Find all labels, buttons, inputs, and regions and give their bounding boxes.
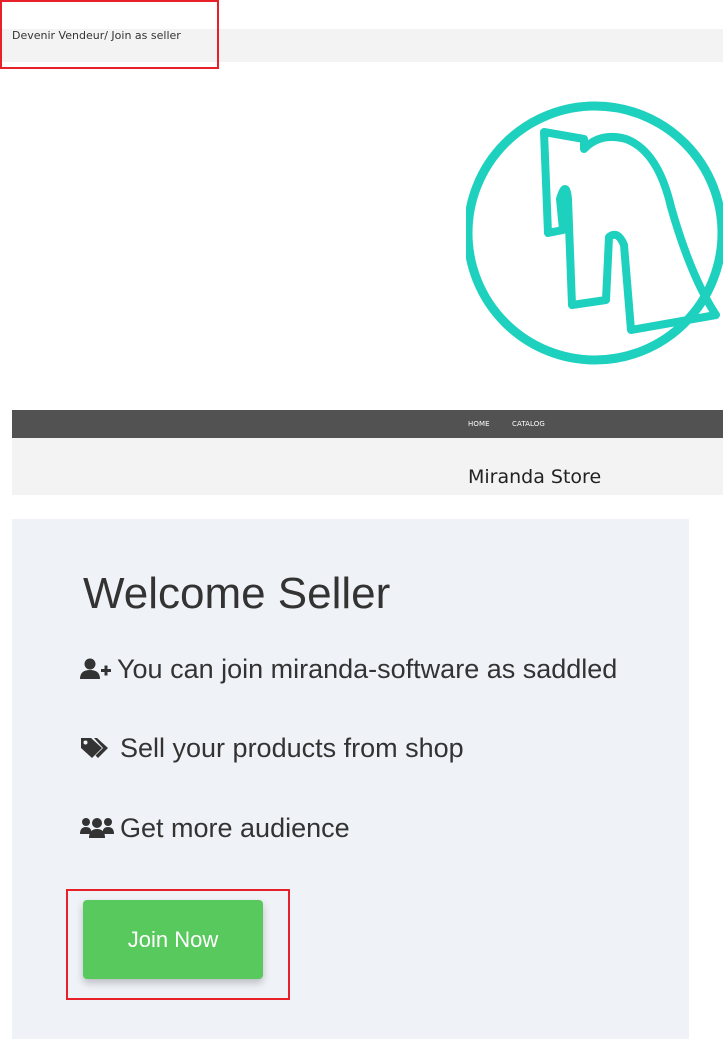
join-now-button[interactable]: Join Now xyxy=(83,900,263,979)
nav-catalog[interactable]: CATALOG xyxy=(512,410,545,438)
miranda-logo xyxy=(466,101,723,365)
store-header: Miranda Store xyxy=(12,438,723,495)
feature-sell-text: Sell your products from shop xyxy=(120,732,464,763)
feature-audience-text: Get more audience xyxy=(120,812,350,843)
users-icon xyxy=(80,816,114,840)
feature-audience: Get more audience xyxy=(80,811,350,845)
join-as-seller-link[interactable]: Devenir Vendeur/ Join as seller xyxy=(12,29,181,43)
tags-icon xyxy=(80,736,114,760)
feature-sell: Sell your products from shop xyxy=(80,731,464,765)
store-name: Miranda Store xyxy=(468,466,602,488)
main-navbar: HOME CATALOG xyxy=(12,410,723,438)
user-plus-icon xyxy=(80,658,111,680)
welcome-seller-panel: Welcome Seller You can join miranda-soft… xyxy=(12,519,689,1039)
nav-home[interactable]: HOME xyxy=(468,410,490,438)
feature-join: You can join miranda-software as saddled xyxy=(80,652,617,686)
feature-join-text: You can join miranda-software as saddled xyxy=(117,653,618,684)
welcome-title: Welcome Seller xyxy=(83,569,391,618)
